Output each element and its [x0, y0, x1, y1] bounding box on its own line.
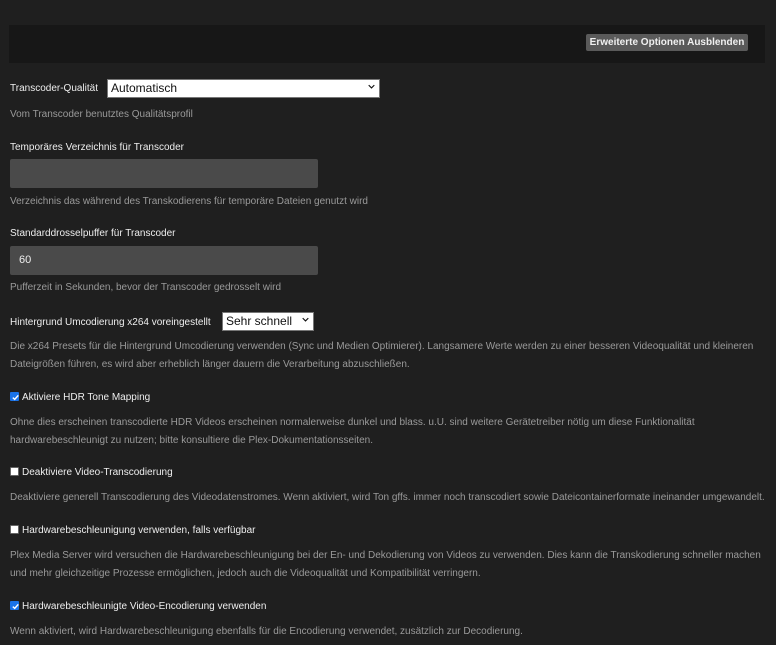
hdr-tone-mapping-label: Aktiviere HDR Tone Mapping — [22, 392, 151, 403]
throttle-buffer-label: Standarddrosselpuffer für Transcoder — [10, 228, 176, 239]
throttle-buffer-input[interactable]: 60 — [10, 246, 318, 275]
x264-preset-selected-value: Sehr schnell — [226, 314, 293, 328]
hw-encoding-label: Hardwarebeschleunigte Video-Encodierung … — [22, 601, 267, 612]
disable-video-transcoding-checkbox[interactable] — [10, 467, 19, 476]
hide-advanced-options-button[interactable]: Erweiterte Optionen Ausblenden — [586, 34, 748, 51]
x264-preset-help: Die x264 Presets für die Hintergrund Umc… — [10, 341, 754, 370]
temp-dir-input[interactable] — [10, 159, 318, 188]
x264-preset-select[interactable]: Sehr schnell — [222, 312, 314, 331]
hw-encoding-checkbox[interactable] — [10, 601, 19, 610]
hdr-tone-mapping-help: Ohne dies erscheinen transcodierte HDR V… — [10, 417, 695, 446]
hw-acceleration-help: Plex Media Server wird versuchen die Har… — [10, 550, 761, 579]
x264-preset-label: Hintergrund Umcodierung x264 voreingeste… — [10, 317, 211, 328]
disable-video-transcoding-label: Deaktiviere Video-Transcodierung — [22, 467, 173, 478]
disable-video-transcoding-help: Deaktiviere generell Transcodierung des … — [10, 492, 765, 503]
hw-acceleration-label: Hardwarebeschleunigung verwenden, falls … — [22, 525, 256, 536]
transcoder-quality-selected-value: Automatisch — [111, 81, 178, 95]
checkmark-icon — [12, 394, 19, 401]
chevron-down-icon — [302, 317, 309, 322]
transcoder-quality-help: Vom Transcoder benutztes Qualitätsprofil — [10, 109, 193, 120]
hw-encoding-help: Wenn aktiviert, wird Hardwarebeschleunig… — [10, 626, 523, 637]
throttle-buffer-help: Pufferzeit in Sekunden, bevor der Transc… — [10, 282, 282, 293]
temp-dir-help: Verzeichnis das während des Transkodiere… — [10, 196, 368, 207]
hdr-tone-mapping-checkbox[interactable] — [10, 392, 19, 401]
checkmark-icon — [12, 603, 19, 610]
chevron-down-icon — [368, 84, 375, 89]
transcoder-quality-label: Transcoder-Qualität — [10, 83, 98, 94]
transcoder-quality-select[interactable]: Automatisch — [107, 79, 380, 98]
temp-dir-label: Temporäres Verzeichnis für Transcoder — [10, 142, 184, 153]
hw-acceleration-checkbox[interactable] — [10, 525, 19, 534]
